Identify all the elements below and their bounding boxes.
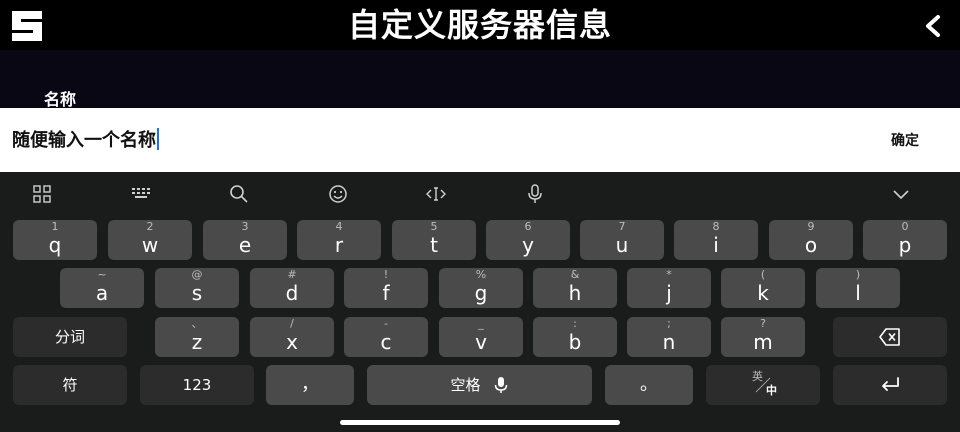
key-p[interactable]: 0p [863,220,947,260]
chevron-down-icon[interactable] [889,182,913,206]
key-z[interactable]: 、 z [155,317,239,357]
key-k[interactable]: (k [721,268,805,308]
key-j[interactable]: * j [627,268,711,308]
name-field-label: 名称 [44,90,77,109]
key-d[interactable]: # d [250,268,334,308]
symbol-key[interactable]: 符 [13,365,127,405]
key-e[interactable]: 3e [203,220,287,260]
enter-key[interactable] [833,365,947,405]
enter-icon [882,377,899,391]
key-c[interactable]: -c [344,317,428,357]
backspace-key[interactable] [833,317,947,357]
name-input-row: 随便输入一个名称 确定 [0,108,960,172]
key-s[interactable]: @ s [155,268,239,308]
comma-key[interactable]: ， [266,365,354,405]
key-y[interactable]: 6y [486,220,570,260]
space-key[interactable]: 空格 [367,365,592,405]
key-l[interactable]: ) l [816,268,900,308]
key-b[interactable]: :b [533,317,617,357]
keyboard-toolbar [0,172,960,216]
name-input[interactable]: 随便输入一个名称 [12,128,159,153]
key-f[interactable]: ! f [344,268,428,308]
emoji-icon[interactable] [326,182,350,206]
keyboard-layout-icon[interactable] [129,182,153,206]
key-v[interactable]: _ v [439,317,523,357]
key-x[interactable]: / x [250,317,334,357]
key-g[interactable]: % g [439,268,523,308]
cursor-move-icon[interactable] [424,182,448,206]
key-u[interactable]: 7u [580,220,664,260]
lang-chinese-label: 中 [766,384,777,397]
key-t[interactable]: 5t [392,220,476,260]
name-input-value: 随便输入一个名称 [12,130,156,151]
confirm-button[interactable]: 确定 [880,130,930,152]
backspace-icon [879,328,900,346]
key-q[interactable]: 1q [13,220,97,260]
microphone-icon[interactable] [523,182,547,206]
key-o[interactable]: 9o [769,220,853,260]
search-icon[interactable] [227,182,251,206]
grid-menu-icon[interactable] [30,182,54,206]
segment-key[interactable]: 分词 [13,317,127,357]
language-switch-key[interactable]: 英 中 [706,365,820,405]
key-n[interactable]: ; n [627,317,711,357]
content-band [0,50,960,108]
back-arrow-icon[interactable] [922,14,946,38]
key-a[interactable]: ~ a [60,268,144,308]
key-h[interactable]: & h [533,268,617,308]
header-bar: 自定义服务器信息 [0,0,960,50]
period-key[interactable]: 。 [605,365,693,405]
text-caret [157,128,159,150]
microphone-icon [494,377,508,393]
page-title: 自定义服务器信息 [347,6,612,44]
key-w[interactable]: 2w [108,220,192,260]
home-indicator[interactable] [340,420,620,425]
key-m[interactable]: ? m [721,317,805,357]
numbers-key[interactable]: 123 [140,365,254,405]
key-i[interactable]: 8i [674,220,758,260]
key-r[interactable]: 4r [297,220,381,260]
